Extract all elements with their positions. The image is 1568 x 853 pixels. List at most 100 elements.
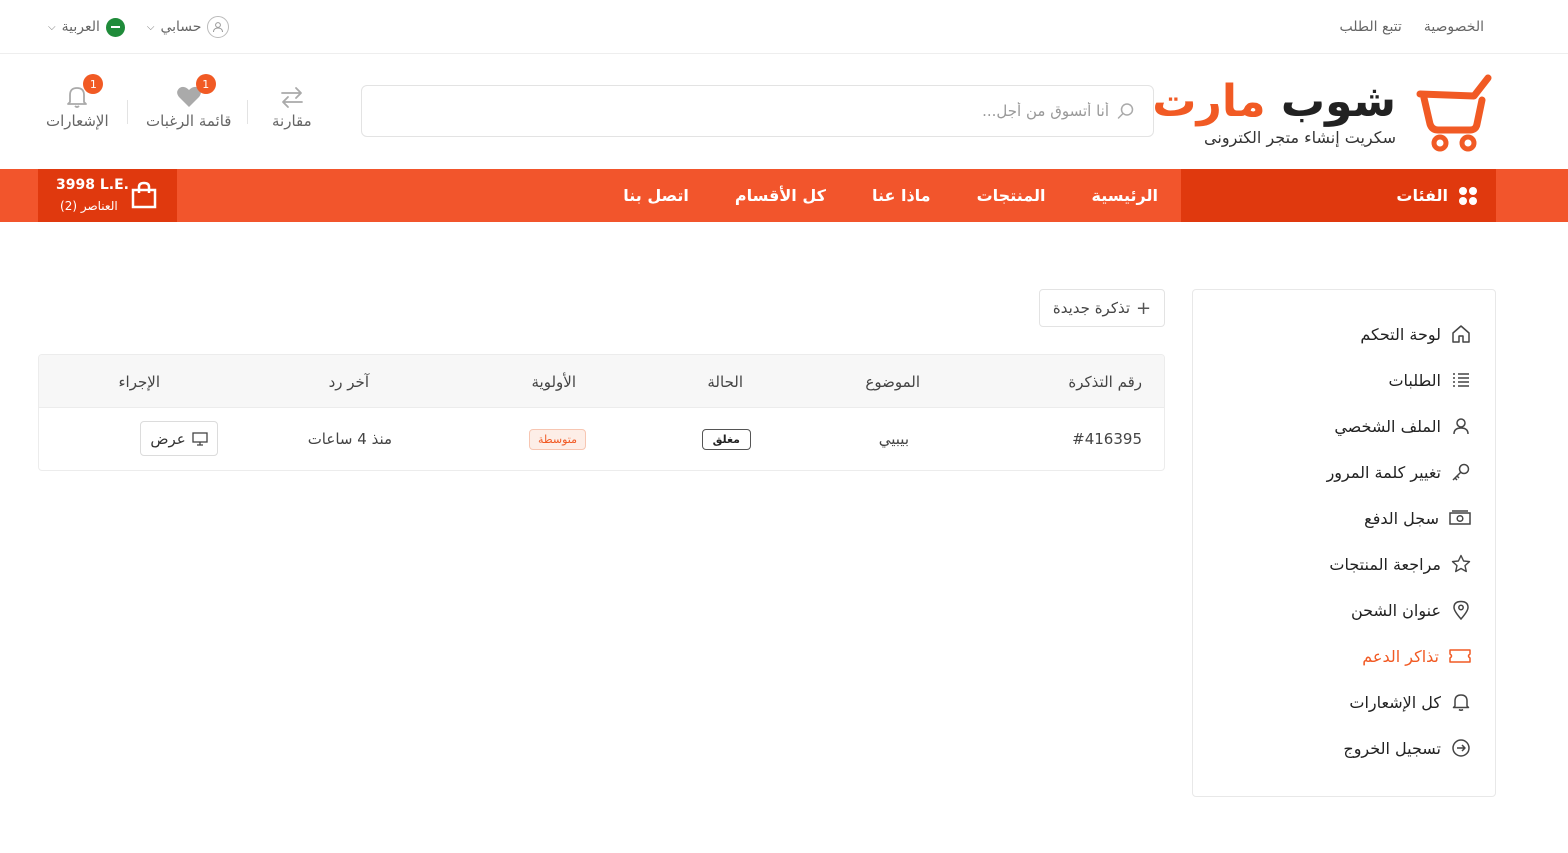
- main-navbar: الفئات الرئيسية المنتجات ماذا عنا كل الأ…: [0, 169, 1568, 222]
- brand-name-part1: شوب: [1280, 76, 1396, 127]
- star-icon: [1451, 554, 1471, 573]
- table-row: #416395 بيبيي مغلق متوسطة منذ 4 ساعات عر…: [39, 408, 1164, 470]
- privacy-link[interactable]: الخصوصية: [1424, 19, 1484, 35]
- sidebar-item-label: كل الإشعارات: [1349, 692, 1441, 712]
- cart-items-count: العناصر (2): [60, 199, 118, 213]
- ticket-icon: [1449, 649, 1471, 663]
- wishlist-icon-wrap: 1: [176, 74, 216, 112]
- column-header-ticket-id: رقم التذكرة: [1068, 373, 1142, 391]
- nav-link-all-categories[interactable]: كل الأقسام: [735, 186, 826, 205]
- key-icon: [1452, 463, 1470, 481]
- compare-button[interactable]: مقارنة: [272, 82, 312, 130]
- view-ticket-label: عرض: [150, 429, 186, 448]
- logout-icon: [1452, 739, 1470, 757]
- site-logo[interactable]: شوب مارت سكريت إنشاء متجر الكترونى: [1152, 72, 1496, 152]
- view-ticket-button[interactable]: عرض: [140, 421, 218, 456]
- search-icon[interactable]: [1117, 102, 1135, 124]
- cart-button[interactable]: 3998 L.E. العناصر (2): [38, 169, 177, 222]
- top-tools: العربية ⌵ حسابي ⌵: [48, 16, 230, 38]
- status-badge: مغلق: [701, 429, 751, 450]
- language-label: العربية: [61, 19, 100, 35]
- sidebar-item-payment-history[interactable]: سجل الدفع: [1364, 508, 1471, 528]
- tickets-table: رقم التذكرة الموضوع الحالة الأولوية آخر …: [38, 354, 1165, 471]
- site-header: شوب مارت سكريت إنشاء متجر الكترونى مقارن…: [0, 54, 1568, 169]
- sidebar-item-all-notifications[interactable]: كل الإشعارات: [1349, 692, 1471, 712]
- nav-link-products[interactable]: المنتجات: [977, 186, 1046, 205]
- sidebar-item-label: الطلبات: [1388, 370, 1441, 390]
- top-utility-bar: الخصوصية تتبع الطلب العربية ⌵ حسابي ⌵: [0, 0, 1568, 54]
- account-label: حسابي: [160, 19, 202, 35]
- table-header: رقم التذكرة الموضوع الحالة الأولوية آخر …: [39, 355, 1164, 408]
- user-icon: [1453, 418, 1469, 435]
- top-links: الخصوصية تتبع الطلب: [1340, 19, 1484, 35]
- sidebar-item-label: تسجيل الخروج: [1343, 738, 1441, 758]
- wishlist-label: قائمة الرغبات: [146, 112, 232, 130]
- divider: [247, 100, 248, 124]
- brand-name: شوب مارت: [1152, 78, 1396, 126]
- location-icon: [1453, 600, 1469, 620]
- wishlist-button[interactable]: 1 قائمة الرغبات: [146, 74, 232, 130]
- search-box: [361, 85, 1154, 137]
- sidebar-item-label: لوحة التحكم: [1360, 324, 1441, 344]
- sidebar-item-label: سجل الدفع: [1364, 508, 1439, 528]
- sidebar-item-label: تغيير كلمة المرور: [1326, 462, 1441, 482]
- bell-icon: [1452, 694, 1470, 711]
- notifications-count-badge: 1: [83, 74, 104, 94]
- chevron-down-icon: ⌵: [146, 21, 155, 33]
- categories-button[interactable]: الفئات: [1181, 169, 1496, 222]
- sidebar-item-label: الملف الشخصي: [1334, 416, 1441, 436]
- wishlist-count-badge: 1: [195, 74, 216, 94]
- grid-icon: [1459, 186, 1477, 205]
- cart-logo-icon: [1416, 74, 1492, 152]
- priority-badge: متوسطة: [528, 429, 586, 450]
- chevron-down-icon: ⌵: [48, 21, 56, 33]
- column-header-action: الإجراء: [118, 373, 161, 391]
- divider: [127, 100, 128, 124]
- saudi-flag-icon: [105, 17, 125, 37]
- account-sidebar: لوحة التحكم الطلبات الملف الشخصي تغيير ك…: [1192, 289, 1496, 797]
- list-icon: [1453, 373, 1469, 387]
- track-order-link[interactable]: تتبع الطلب: [1340, 19, 1402, 35]
- cart-total: 3998 L.E.: [56, 177, 129, 193]
- ticket-id[interactable]: #416395: [1072, 430, 1142, 448]
- user-icon: [207, 16, 230, 38]
- nav-link-home[interactable]: الرئيسية: [1092, 186, 1159, 205]
- sidebar-item-profile[interactable]: الملف الشخصي: [1334, 416, 1471, 436]
- new-ticket-label: تذكرة جديدة: [1052, 299, 1131, 317]
- column-header-status: الحالة: [707, 373, 743, 391]
- categories-label: الفئات: [1396, 186, 1448, 205]
- sidebar-item-change-password[interactable]: تغيير كلمة المرور: [1327, 462, 1471, 482]
- sidebar-item-product-reviews[interactable]: مراجعة المنتجات: [1329, 554, 1471, 574]
- brand-tagline: سكريت إنشاء متجر الكترونى: [1204, 128, 1396, 147]
- notifications-button[interactable]: 1 الإشعارات: [46, 74, 109, 130]
- account-menu[interactable]: حسابي ⌵: [147, 16, 230, 38]
- sidebar-item-support-tickets[interactable]: تذاكر الدعم: [1362, 646, 1471, 666]
- last-reply-time: منذ 4 ساعات: [307, 430, 392, 448]
- column-header-subject: الموضوع: [865, 373, 920, 391]
- ticket-subject: بيبيي: [878, 430, 909, 448]
- compare-label: مقارنة: [272, 112, 312, 130]
- notifications-label: الإشعارات: [46, 112, 109, 130]
- column-header-last-reply: آخر رد: [328, 373, 369, 391]
- sidebar-item-label: عنوان الشحن: [1350, 600, 1441, 620]
- nav-link-about[interactable]: ماذا عنا: [872, 186, 931, 205]
- nav-links: الرئيسية المنتجات ماذا عنا كل الأقسام ات…: [623, 169, 1158, 222]
- sidebar-item-orders[interactable]: الطلبات: [1388, 370, 1471, 390]
- sidebar-item-shipping-address[interactable]: عنوان الشحن: [1351, 600, 1471, 620]
- language-selector[interactable]: العربية ⌵: [48, 17, 125, 37]
- column-header-priority: الأولوية: [531, 373, 576, 391]
- sidebar-item-logout[interactable]: تسجيل الخروج: [1343, 738, 1471, 758]
- sidebar-item-dashboard[interactable]: لوحة التحكم: [1360, 324, 1471, 344]
- search-input[interactable]: [389, 86, 1109, 136]
- money-icon: [1449, 510, 1471, 525]
- shopping-bag-icon: [131, 181, 157, 209]
- nav-link-contact[interactable]: اتصل بنا: [623, 186, 689, 205]
- compare-icon: [279, 82, 305, 112]
- home-icon: [1452, 325, 1470, 343]
- notifications-icon-wrap: 1: [65, 74, 104, 112]
- brand-name-part2: مارت: [1152, 76, 1266, 127]
- monitor-icon: [192, 431, 208, 446]
- new-ticket-button[interactable]: + تذكرة جديدة: [1039, 289, 1165, 327]
- sidebar-item-label: مراجعة المنتجات: [1329, 554, 1441, 574]
- sidebar-item-label: تذاكر الدعم: [1362, 646, 1439, 666]
